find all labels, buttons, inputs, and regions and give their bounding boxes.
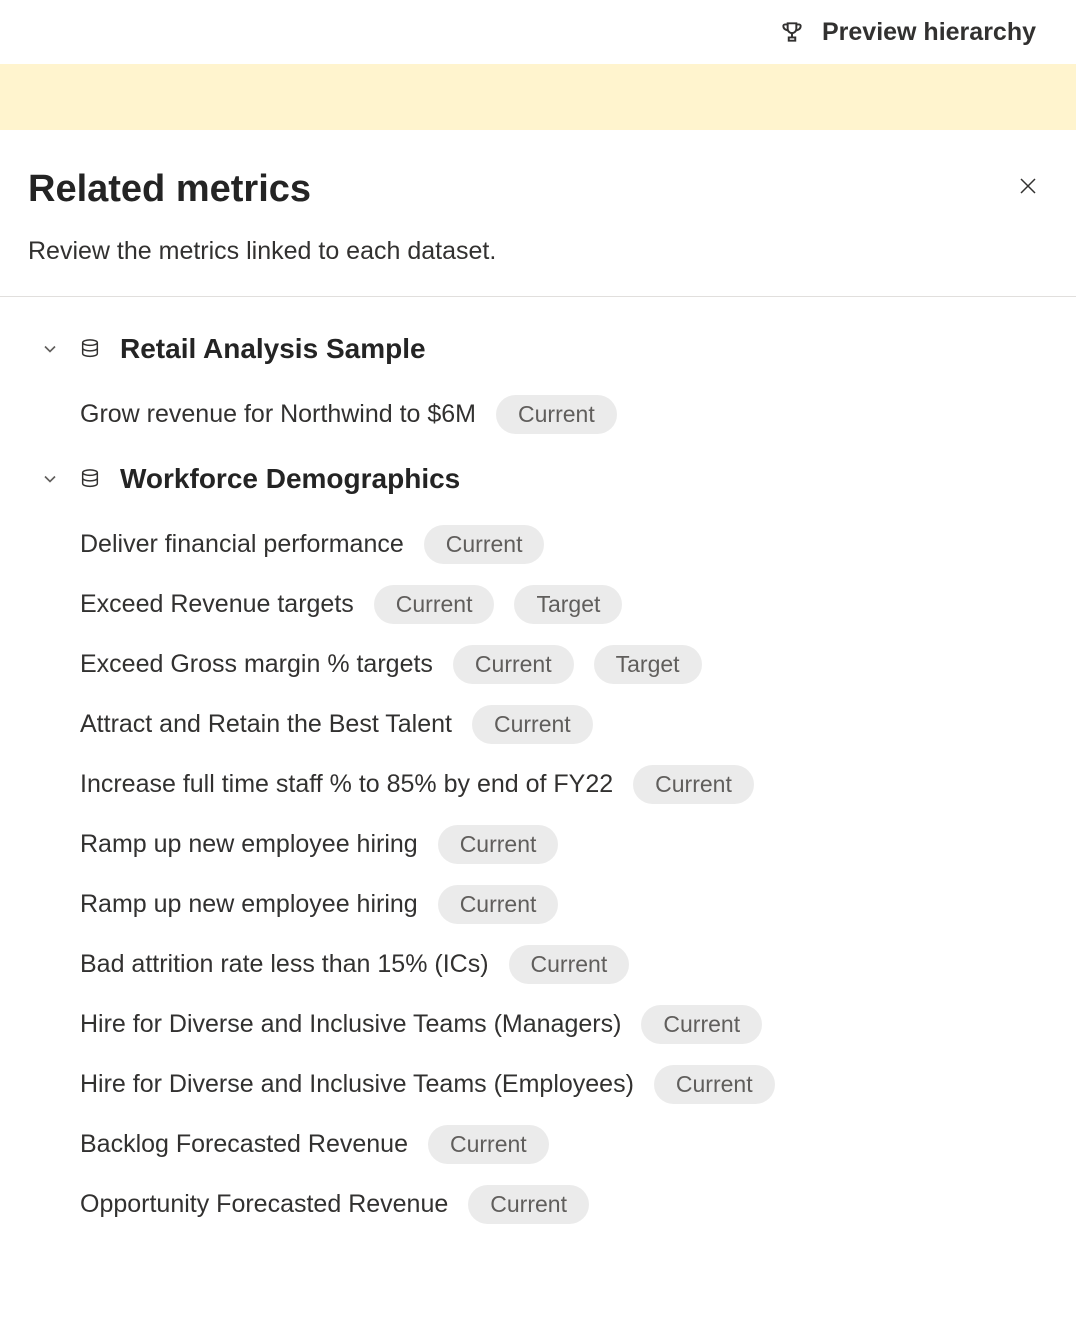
panel-title: Related metrics — [28, 168, 1048, 211]
metric-row: Ramp up new employee hiring Current — [28, 883, 1048, 925]
metric-label: Bad attrition rate less than 15% (ICs) — [80, 950, 489, 979]
panel-subtitle: Review the metrics linked to each datase… — [28, 237, 1048, 266]
tag-current[interactable]: Current — [641, 1005, 762, 1044]
notification-banner — [0, 64, 1076, 130]
metric-label: Ramp up new employee hiring — [80, 830, 418, 859]
metric-label: Attract and Retain the Best Talent — [80, 710, 452, 739]
metric-label: Ramp up new employee hiring — [80, 890, 418, 919]
panel-header: Related metrics Review the metrics linke… — [0, 130, 1076, 297]
tag-target[interactable]: Target — [514, 585, 622, 624]
dataset-group: Retail Analysis Sample Grow revenue for … — [28, 333, 1048, 435]
metric-row: Backlog Forecasted Revenue Current — [28, 1123, 1048, 1165]
chevron-down-icon — [40, 339, 60, 359]
tag-current[interactable]: Current — [453, 645, 574, 684]
tag-current[interactable]: Current — [509, 945, 630, 984]
top-bar: Preview hierarchy — [0, 0, 1076, 64]
metric-row: Hire for Diverse and Inclusive Teams (Em… — [28, 1063, 1048, 1105]
tag-current[interactable]: Current — [633, 765, 754, 804]
metric-label: Hire for Diverse and Inclusive Teams (Ma… — [80, 1010, 621, 1039]
metric-row: Ramp up new employee hiring Current — [28, 823, 1048, 865]
tag-current[interactable]: Current — [438, 885, 559, 924]
metric-label: Exceed Revenue targets — [80, 590, 354, 619]
close-button[interactable] — [1014, 172, 1042, 200]
metric-row: Opportunity Forecasted Revenue Current — [28, 1183, 1048, 1225]
metric-row: Attract and Retain the Best Talent Curre… — [28, 703, 1048, 745]
metric-label: Backlog Forecasted Revenue — [80, 1130, 408, 1159]
tag-current[interactable]: Current — [472, 705, 593, 744]
metric-label: Increase full time staff % to 85% by end… — [80, 770, 613, 799]
metrics-body: Retail Analysis Sample Grow revenue for … — [0, 297, 1076, 1225]
dataset-group: Workforce Demographics Deliver financial… — [28, 463, 1048, 1225]
metric-label: Exceed Gross margin % targets — [80, 650, 433, 679]
metric-row: Deliver financial performance Current — [28, 523, 1048, 565]
tag-current[interactable]: Current — [496, 395, 617, 434]
tag-current[interactable]: Current — [428, 1125, 549, 1164]
metric-row: Exceed Revenue targets Current Target — [28, 583, 1048, 625]
database-icon — [78, 467, 102, 491]
metric-label: Hire for Diverse and Inclusive Teams (Em… — [80, 1070, 634, 1099]
trophy-icon — [778, 18, 806, 46]
dataset-name: Retail Analysis Sample — [120, 333, 426, 365]
chevron-down-icon — [40, 469, 60, 489]
dataset-name: Workforce Demographics — [120, 463, 460, 495]
database-icon — [78, 337, 102, 361]
metric-row: Grow revenue for Northwind to $6M Curren… — [28, 393, 1048, 435]
metric-label: Grow revenue for Northwind to $6M — [80, 400, 476, 429]
dataset-header-retail[interactable]: Retail Analysis Sample — [28, 333, 1048, 365]
tag-current[interactable]: Current — [654, 1065, 775, 1104]
metric-row: Bad attrition rate less than 15% (ICs) C… — [28, 943, 1048, 985]
preview-hierarchy-link[interactable]: Preview hierarchy — [822, 18, 1036, 47]
tag-current[interactable]: Current — [438, 825, 559, 864]
metric-row: Increase full time staff % to 85% by end… — [28, 763, 1048, 805]
dataset-header-workforce[interactable]: Workforce Demographics — [28, 463, 1048, 495]
metric-label: Deliver financial performance — [80, 530, 404, 559]
metric-row: Exceed Gross margin % targets Current Ta… — [28, 643, 1048, 685]
tag-target[interactable]: Target — [594, 645, 702, 684]
metric-row: Hire for Diverse and Inclusive Teams (Ma… — [28, 1003, 1048, 1045]
tag-current[interactable]: Current — [424, 525, 545, 564]
tag-current[interactable]: Current — [468, 1185, 589, 1224]
tag-current[interactable]: Current — [374, 585, 495, 624]
metric-label: Opportunity Forecasted Revenue — [80, 1190, 448, 1219]
